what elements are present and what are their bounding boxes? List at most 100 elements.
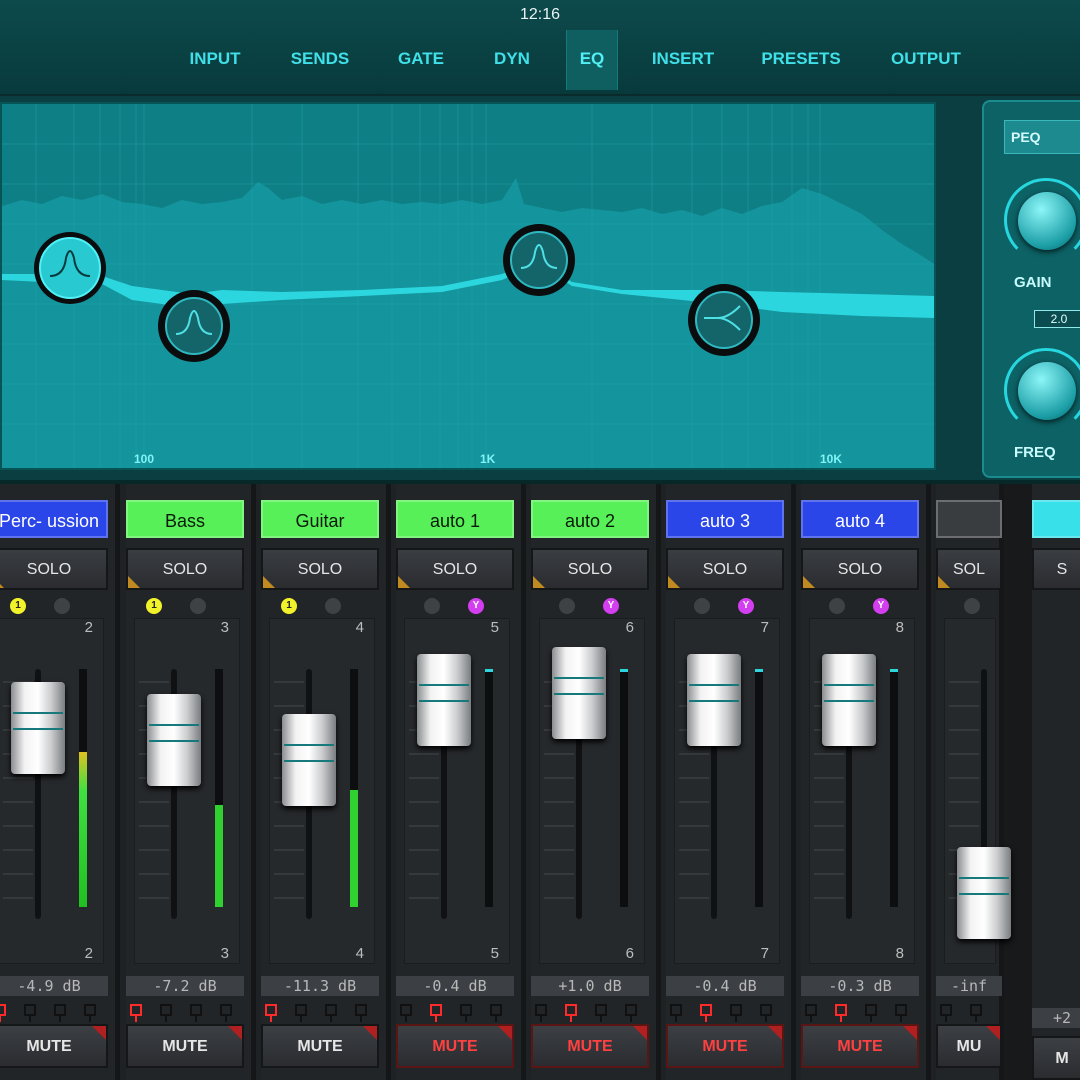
fader-handle-line <box>554 693 604 695</box>
mute-button[interactable]: MUTE <box>801 1024 919 1068</box>
mute-button[interactable]: M <box>1032 1036 1080 1080</box>
tab-gate[interactable]: GATE <box>384 30 458 90</box>
mute-button[interactable]: MUTE <box>261 1024 379 1068</box>
fader-handle[interactable] <box>822 654 876 746</box>
freq-knob[interactable] <box>1004 348 1080 432</box>
tab-sends[interactable]: SENDS <box>272 30 368 90</box>
route-toggle[interactable] <box>430 1004 442 1022</box>
fader-handle[interactable] <box>147 694 201 786</box>
tab-presets[interactable]: PRESETS <box>748 30 854 90</box>
route-toggle[interactable] <box>400 1004 412 1022</box>
mute-corner-indicator <box>498 1026 512 1040</box>
solo-button[interactable]: SOLO <box>396 548 514 590</box>
channel-name[interactable]: auto 3 <box>666 500 784 538</box>
route-toggle[interactable] <box>295 1004 307 1022</box>
fader-track-area[interactable]: 66 <box>539 618 645 964</box>
fader-handle[interactable] <box>687 654 741 746</box>
fader-track-area[interactable]: 33 <box>134 618 240 964</box>
channel-name[interactable]: Guitar <box>261 500 379 538</box>
route-toggle[interactable] <box>670 1004 682 1022</box>
route-toggle[interactable] <box>700 1004 712 1022</box>
solo-corner-indicator <box>938 576 950 588</box>
route-toggle[interactable] <box>865 1004 877 1022</box>
route-toggle[interactable] <box>895 1004 907 1022</box>
route-toggle[interactable] <box>940 1004 952 1022</box>
route-toggle[interactable] <box>760 1004 772 1022</box>
route-toggle[interactable] <box>355 1004 367 1022</box>
route-toggle[interactable] <box>805 1004 817 1022</box>
channel-name[interactable]: auto 1 <box>396 500 514 538</box>
solo-label: SOLO <box>26 561 72 578</box>
route-toggle[interactable] <box>190 1004 202 1022</box>
level-meter <box>620 669 628 907</box>
route-toggle[interactable] <box>970 1004 982 1022</box>
eq-band-3-handle[interactable] <box>503 224 575 296</box>
fader-handle[interactable] <box>11 682 65 774</box>
solo-button[interactable]: SOLO <box>261 548 379 590</box>
route-toggle[interactable] <box>0 1004 6 1022</box>
fader-handle-line <box>689 700 739 702</box>
eq-graph-canvas <box>2 104 934 468</box>
route-toggle[interactable] <box>730 1004 742 1022</box>
solo-button[interactable]: S <box>1032 548 1080 590</box>
route-toggle[interactable] <box>565 1004 577 1022</box>
solo-button[interactable]: SOLO <box>666 548 784 590</box>
route-toggle[interactable] <box>84 1004 96 1022</box>
route-toggle[interactable] <box>220 1004 232 1022</box>
fader-track-area[interactable] <box>944 618 1011 964</box>
fader-handle[interactable] <box>552 647 606 739</box>
route-toggle[interactable] <box>460 1004 472 1022</box>
route-toggle[interactable] <box>595 1004 607 1022</box>
mute-button[interactable]: MUTE <box>531 1024 649 1068</box>
tab-input[interactable]: INPUT <box>170 30 260 90</box>
solo-button[interactable]: SOLO <box>0 548 108 590</box>
route-toggle[interactable] <box>835 1004 847 1022</box>
route-toggle[interactable] <box>160 1004 172 1022</box>
mute-button[interactable]: MUTE <box>0 1024 108 1068</box>
channel-name[interactable]: Bass <box>126 500 244 538</box>
indicator-dot <box>694 598 710 614</box>
fader-handle[interactable] <box>282 714 336 806</box>
solo-button[interactable]: SOLO <box>801 548 919 590</box>
tab-output[interactable]: OUTPUT <box>874 30 978 90</box>
fader-track-area[interactable]: 22 <box>0 618 104 964</box>
channel-name[interactable]: auto 2 <box>531 500 649 538</box>
route-toggle[interactable] <box>130 1004 142 1022</box>
solo-button[interactable]: SOLO <box>126 548 244 590</box>
fader-track-area[interactable]: 88 <box>809 618 915 964</box>
eq-mode-selector[interactable]: PEQ <box>1004 120 1080 154</box>
mute-button[interactable]: MUTE <box>396 1024 514 1068</box>
route-toggle[interactable] <box>490 1004 502 1022</box>
mute-label: MUTE <box>26 1038 72 1055</box>
solo-button[interactable]: SOLO <box>531 548 649 590</box>
channel-name[interactable]: Perc- ussion <box>0 500 108 538</box>
eq-band-4-handle[interactable] <box>688 284 760 356</box>
route-toggle[interactable] <box>265 1004 277 1022</box>
route-toggle[interactable] <box>325 1004 337 1022</box>
eq-graph[interactable]: 100 1K 10K <box>0 102 936 470</box>
eq-band-2-handle[interactable] <box>158 290 230 362</box>
route-toggle[interactable] <box>535 1004 547 1022</box>
fader-track-area[interactable]: 55 <box>404 618 510 964</box>
mute-label: MUTE <box>702 1038 748 1055</box>
gain-knob[interactable] <box>1004 178 1080 262</box>
fader-track-area[interactable]: 44 <box>269 618 375 964</box>
route-toggle-stem <box>135 1016 137 1022</box>
solo-button[interactable]: SOL <box>936 548 1002 590</box>
route-toggle[interactable] <box>54 1004 66 1022</box>
mute-button[interactable]: MUTE <box>126 1024 244 1068</box>
eq-band-1-handle[interactable] <box>34 232 106 304</box>
tab-insert[interactable]: INSERT <box>638 30 728 90</box>
mute-button[interactable]: MU <box>936 1024 1002 1068</box>
tab-eq[interactable]: EQ <box>566 30 618 90</box>
route-toggle[interactable] <box>625 1004 637 1022</box>
channel-name[interactable] <box>1032 500 1080 538</box>
fader-handle[interactable] <box>417 654 471 746</box>
mute-button[interactable]: MUTE <box>666 1024 784 1068</box>
channel-name[interactable] <box>936 500 1002 538</box>
fader-track-area[interactable]: 77 <box>674 618 780 964</box>
fader-handle[interactable] <box>957 847 1011 939</box>
channel-name[interactable]: auto 4 <box>801 500 919 538</box>
route-toggle[interactable] <box>24 1004 36 1022</box>
tab-dyn[interactable]: DYN <box>476 30 548 90</box>
